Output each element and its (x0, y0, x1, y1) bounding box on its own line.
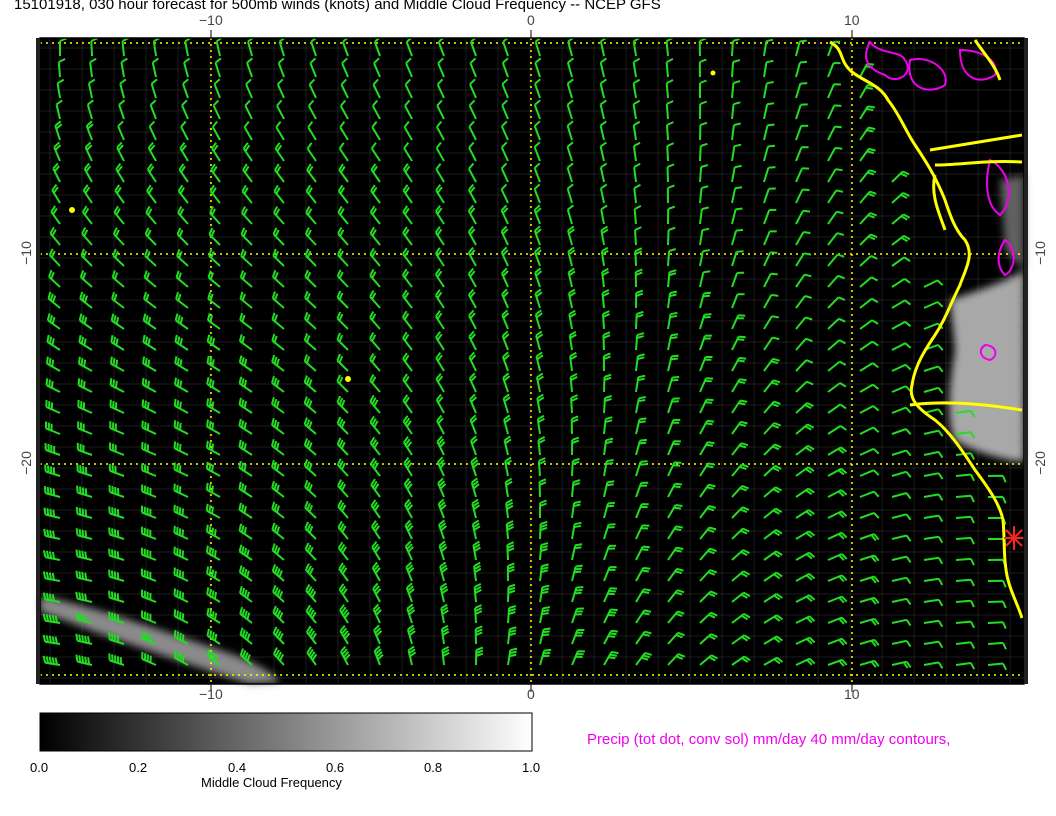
colorbar-label: 0.0 (30, 760, 49, 775)
lon-tick-top-0: 0 (527, 12, 535, 28)
lon-tick-bottom-0: 0 (527, 686, 535, 702)
colorbar-title: Middle Cloud Frequency (201, 775, 342, 790)
lon-tick-bottom-e10: 10 (844, 686, 860, 702)
lat-tick-left-10: −10 (17, 241, 34, 265)
colorbar-label: 1.0 (522, 760, 541, 775)
lat-tick-left-20: −20 (17, 451, 34, 475)
map-background (40, 38, 1024, 684)
colorbar-label: 0.8 (424, 760, 443, 775)
precip-note: Precip (tot dot, conv sol) mm/day 40 mm/… (587, 731, 951, 748)
lat-tick-right-20: −20 (1031, 451, 1048, 475)
lon-tick-bottom-w10: −10 (199, 686, 223, 702)
colorbar-label: 0.6 (326, 760, 345, 775)
colorbar-label: 0.2 (129, 760, 148, 775)
colorbar (39, 712, 533, 752)
lon-tick-top-w10: −10 (199, 12, 223, 28)
asterisk-marker-icon (1004, 526, 1024, 550)
lon-tick-top-e10: 10 (844, 12, 860, 28)
lat-tick-right-10: −10 (1031, 241, 1048, 265)
colorbar-label: 0.4 (228, 760, 247, 775)
